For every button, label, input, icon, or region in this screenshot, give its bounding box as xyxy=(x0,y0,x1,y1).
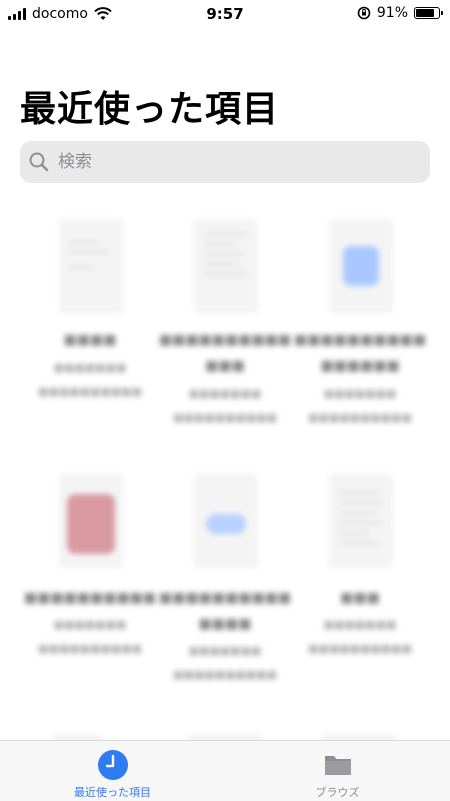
battery-fill xyxy=(416,9,435,17)
file-name: ■■■■■■■■■■ xyxy=(23,590,157,606)
file-thumbnail xyxy=(195,220,257,312)
file-meta: ■■■■■■■■■■ xyxy=(38,385,142,398)
file-item[interactable]: ■■■■ ■■■■■■■ ■■■■■■■■■■ xyxy=(20,220,160,480)
file-item[interactable]: ■■■ ■■■■■■■ ■■■■■■■■■■ xyxy=(290,475,430,735)
rotation-lock-icon xyxy=(357,6,371,20)
file-meta: ■■■■■■■ xyxy=(53,618,127,631)
file-name-line2: ■■■ xyxy=(205,358,245,374)
file-meta: ■■■■■■■■■■ xyxy=(308,411,412,424)
page-title: 最近使った項目 xyxy=(20,89,280,130)
file-meta: ■■■■■■■ xyxy=(188,387,262,400)
battery-percent: 91% xyxy=(376,5,408,21)
search-input[interactable] xyxy=(56,151,400,173)
search-bar[interactable] xyxy=(20,141,430,183)
file-item[interactable]: ■■■■■■■■■■ ■■■■■■■ ■■■■■■■■■■ xyxy=(20,475,160,735)
file-thumbnail xyxy=(330,220,392,312)
tab-recent[interactable]: 最近使った項目 xyxy=(0,741,225,801)
file-name: ■■■■■■■■■■ xyxy=(293,332,427,348)
file-name: ■■■■■■■■■■ xyxy=(158,332,292,348)
search-icon xyxy=(29,152,49,172)
file-thumbnail xyxy=(195,475,257,567)
file-meta: ■■■■■■■■■■ xyxy=(173,411,277,424)
file-thumbnail xyxy=(330,475,392,567)
file-name-line2: ■■■■ xyxy=(198,616,252,632)
file-thumbnail xyxy=(60,475,122,567)
file-meta: ■■■■■■■ xyxy=(323,618,397,631)
file-name-line2: ■■■■■■ xyxy=(320,358,400,374)
status-right: 91% xyxy=(357,5,443,21)
file-item[interactable]: ■■■■■■■■■■ ■■■■ ■■■■■■■ ■■■■■■■■■■ xyxy=(155,475,295,735)
file-meta: ■■■■■■■ xyxy=(188,644,262,657)
file-meta: ■■■■■■■■■■ xyxy=(173,668,277,681)
tab-bar: 最近使った項目 ブラウズ xyxy=(0,740,450,801)
file-name: ■■■■■■■■■■ xyxy=(158,590,292,606)
tab-browse-label: ブラウズ xyxy=(315,786,360,799)
battery-icon xyxy=(414,7,443,19)
tab-browse[interactable]: ブラウズ xyxy=(225,741,450,801)
file-meta: ■■■■■■■ xyxy=(53,361,127,374)
file-meta: ■■■■■■■ xyxy=(323,387,397,400)
file-name: ■■■■ xyxy=(63,332,117,348)
tab-recent-label: 最近使った項目 xyxy=(74,786,151,799)
folder-icon xyxy=(324,756,351,775)
file-meta: ■■■■■■■■■■ xyxy=(38,642,142,655)
file-thumbnail xyxy=(60,220,122,312)
file-item[interactable]: ■■■■■■■■■■ ■■■■■■ ■■■■■■■ ■■■■■■■■■■ xyxy=(290,220,430,480)
file-name: ■■■ xyxy=(340,590,380,606)
recent-files-grid: ■■■■ ■■■■■■■ ■■■■■■■■■■ ■■■■■■■■■■ ■■■ ■… xyxy=(0,200,450,757)
file-item[interactable]: ■■■■■■■■■■ ■■■ ■■■■■■■ ■■■■■■■■■■ xyxy=(155,220,295,480)
status-bar: docomo 9:57 91% xyxy=(0,0,450,28)
file-meta: ■■■■■■■■■■ xyxy=(308,642,412,655)
clock-icon xyxy=(97,750,128,780)
